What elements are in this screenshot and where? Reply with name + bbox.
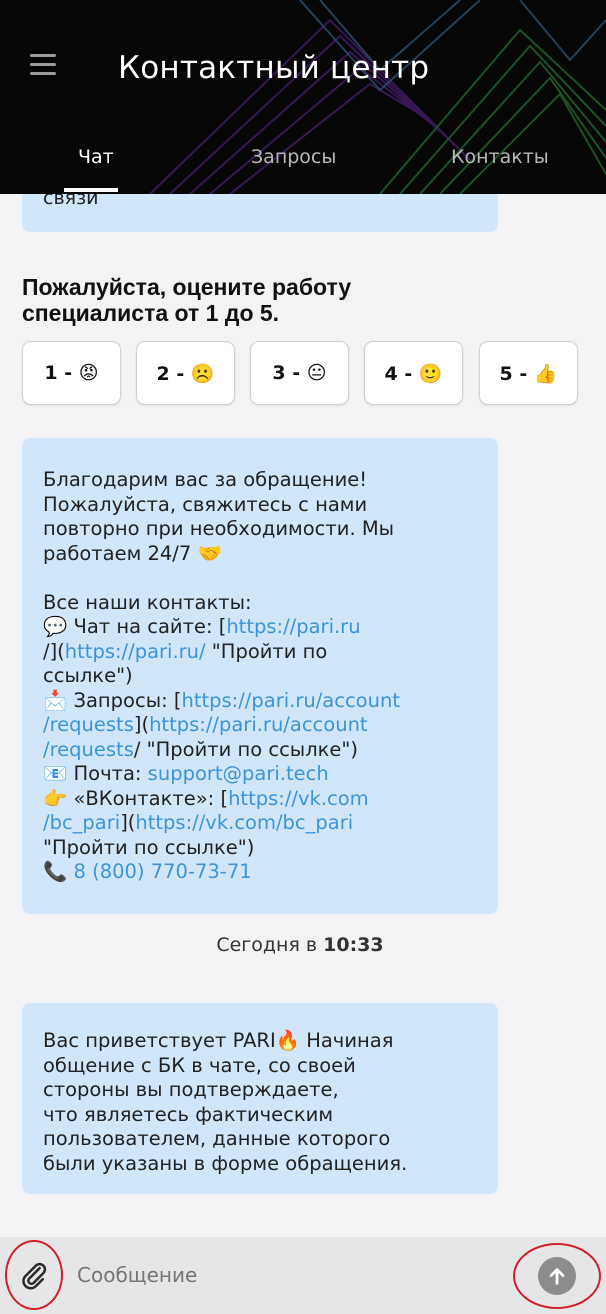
chat-link[interactable]: https://pari.ru [226, 615, 360, 638]
thanks-message-bubble: Благодарим вас за обращение! Пожалуйста,… [22, 438, 498, 914]
link-separator: ]( [133, 713, 150, 736]
vk-link[interactable]: /bc_pari [43, 811, 120, 834]
vk-link[interactable]: https://vk.com/bc_pari [135, 811, 353, 834]
send-button[interactable] [538, 1257, 576, 1295]
message-line: общение с БК в чате, со своей [43, 1053, 356, 1077]
requests-link[interactable]: /requests [43, 738, 134, 761]
message-line: что являетесь фактическим [43, 1102, 334, 1126]
contact-phone-line: 📞 8 (800) 770-73-71 [43, 860, 473, 885]
tab-bar: Чат Запросы Контакты [0, 140, 606, 194]
message-line: пользователем, данные которого [43, 1127, 391, 1150]
contact-requests-line2: /requests](https://pari.ru/account [43, 713, 473, 738]
link-caption: "Пройти по ссылке") [43, 835, 255, 859]
rating-button-4[interactable]: 4 - 🙂 [364, 341, 463, 405]
contact-requests-line1: 📩 Запросы: [https://pari.ru/account [43, 689, 473, 714]
tab-contacts[interactable]: Контакты [451, 146, 549, 168]
rating-button-2[interactable]: 2 - ☹️ [136, 341, 235, 405]
link-separator: ]( [120, 811, 136, 834]
requests-link[interactable]: https://pari.ru/account [149, 713, 368, 736]
paperclip-icon [22, 1262, 47, 1290]
rating-prompt: Пожалуйста, оцените работу специалиста о… [22, 274, 442, 326]
tab-requests[interactable]: Запросы [251, 146, 336, 168]
contact-vk-line2: /bc_pari](https://vk.com/bc_pari [43, 811, 473, 836]
active-tab-indicator [64, 188, 118, 192]
message-line: стороны вы подтверждаете, [43, 1078, 339, 1101]
timestamp-time: 10:33 [323, 934, 384, 956]
date-separator: Сегодня в 10:33 [0, 934, 600, 956]
menu-icon[interactable] [30, 54, 56, 76]
rating-button-5[interactable]: 5 - 👍 [479, 341, 578, 405]
phone-icon: 📞 [43, 860, 74, 883]
contact-email-line: 📧 Почта: support@pari.tech [43, 762, 473, 787]
link-caption: "Пройти по [205, 639, 328, 663]
contacts-title: Все наши контакты: [43, 590, 252, 614]
message-line: Вас приветствует PARI🔥 Начиная [43, 1029, 394, 1052]
requests-link[interactable]: https://pari.ru/account [181, 689, 400, 712]
contact-chat-line2: /](https://pari.ru/ "Пройти по [43, 640, 473, 665]
vk-link[interactable]: https://vk.com [228, 787, 369, 810]
contact-label: 📧 Почта: [43, 762, 148, 785]
message-line: были указаны в форме обращения. [43, 1151, 408, 1175]
message-text: Благодарим вас за обращение! Пожалуйста,… [43, 468, 473, 885]
message-line: повторно при необходимости. Мы [43, 517, 395, 540]
welcome-message-bubble: Вас приветствует PARI🔥 Начиная общение с… [22, 1003, 498, 1194]
attach-button[interactable] [5, 1240, 63, 1310]
send-arrow-icon [549, 1268, 565, 1285]
contact-requests-line3: /requests/ "Пройти по ссылке") [43, 738, 473, 763]
tab-chat[interactable]: Чат [78, 146, 114, 168]
app-header: Контактный центр Чат Запросы Контакты [0, 0, 606, 194]
page-title: Контактный центр [118, 50, 430, 86]
contact-vk-line1: 👉 «ВКонтакте»: [https://vk.com [43, 787, 473, 812]
message-input-bar [0, 1237, 606, 1314]
contact-chat-line1: 💬 Чат на сайте: [https://pari.ru [43, 615, 473, 640]
chat-link[interactable]: https://pari.ru/ [65, 640, 206, 663]
timestamp-label: Сегодня в [216, 934, 324, 956]
phone-link[interactable]: 8 (800) 770-73-71 [73, 860, 251, 883]
rating-prompt-line1: Пожалуйста, оцените работу [22, 274, 352, 300]
message-line: Пожалуйста, свяжитесь с нами [43, 492, 368, 516]
email-link[interactable]: support@pari.tech [148, 762, 329, 785]
link-fragment: / [43, 639, 50, 663]
rating-button-1[interactable]: 1 - 😡 [22, 341, 121, 405]
message-line: Благодарим вас за обращение! [43, 468, 368, 491]
contact-label: 📩 Запросы: [ [43, 688, 182, 712]
rating-prompt-line2: специалиста от 1 до 5. [22, 300, 280, 326]
requests-link[interactable]: /requests [43, 713, 134, 736]
rating-button-3[interactable]: 3 - 😐 [250, 341, 349, 405]
link-separator: ]( [49, 639, 65, 663]
message-text: Вас приветствует PARI🔥 Начиная общение с… [43, 1029, 473, 1176]
link-caption: ссылке") [43, 664, 133, 687]
contact-label: 💬 Чат на сайте: [ [43, 615, 227, 638]
message-line: работаем 24/7 🤝 [43, 541, 222, 565]
link-caption: / "Пройти по ссылке") [133, 737, 359, 761]
previous-message-bubble: связи [22, 187, 498, 232]
send-button-highlight [513, 1243, 601, 1309]
contact-label: 👉 «ВКонтакте»: [ [43, 786, 229, 810]
message-input[interactable] [77, 1263, 477, 1287]
